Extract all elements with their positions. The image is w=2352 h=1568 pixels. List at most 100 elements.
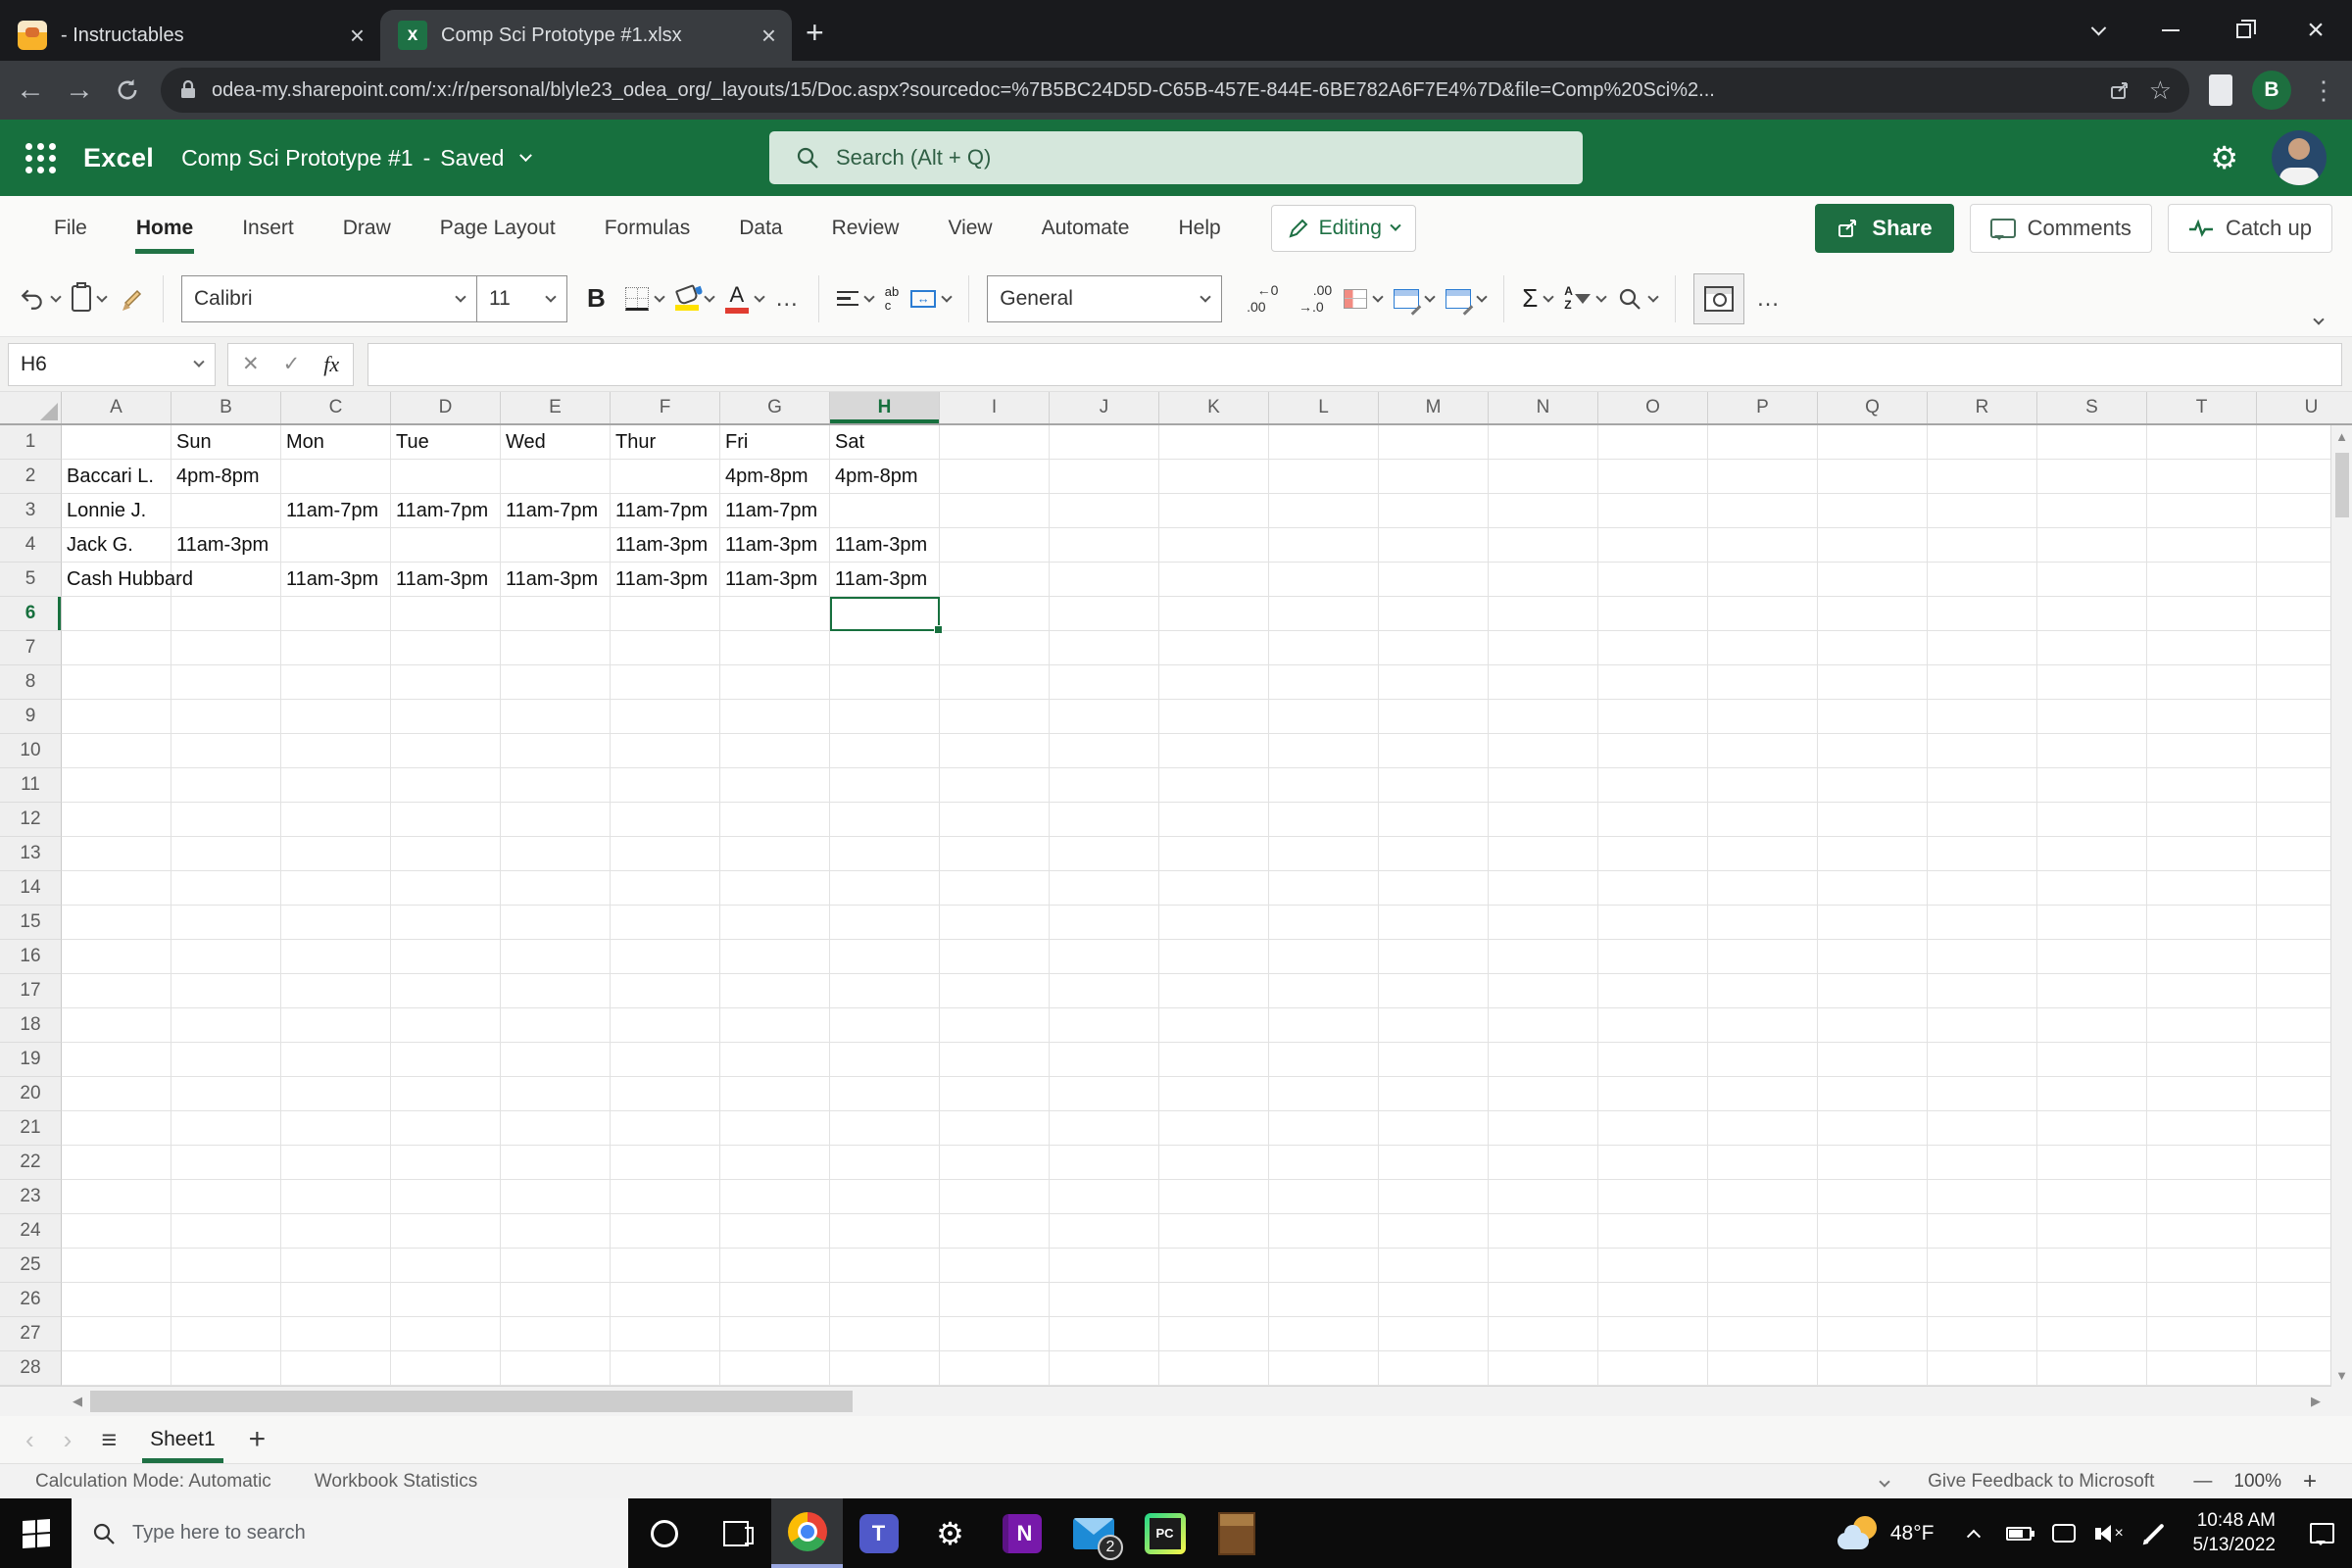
grid-cell[interactable] — [2037, 1283, 2147, 1317]
grid-cell[interactable] — [2037, 460, 2147, 494]
grid-cell[interactable] — [172, 1146, 281, 1180]
grid-cell[interactable] — [172, 1180, 281, 1214]
format-painter-button[interactable] — [118, 285, 145, 313]
grid-cell[interactable] — [1489, 563, 1598, 597]
cancel-icon[interactable]: ✕ — [242, 352, 260, 376]
grid-cell[interactable] — [1379, 665, 1489, 700]
grid-cell[interactable] — [1379, 1249, 1489, 1283]
grid-cell[interactable] — [391, 803, 501, 837]
grid-cell[interactable] — [1050, 1180, 1159, 1214]
grid-cell[interactable] — [62, 768, 172, 803]
grid-cell[interactable] — [1928, 563, 2037, 597]
grid-cell[interactable] — [1269, 1077, 1379, 1111]
grid-cell[interactable] — [1708, 563, 1818, 597]
grid-cell[interactable] — [1489, 1214, 1598, 1249]
grid-cell[interactable] — [2037, 700, 2147, 734]
grid-cell[interactable] — [501, 940, 611, 974]
grid-cell[interactable] — [391, 871, 501, 906]
bold-button[interactable]: B — [579, 283, 613, 314]
ribbon-tab-home[interactable]: Home — [112, 196, 218, 261]
grid-cell[interactable] — [830, 974, 940, 1008]
grid-cell[interactable] — [720, 803, 830, 837]
grid-cell[interactable] — [1928, 1111, 2037, 1146]
grid-cell[interactable] — [501, 1283, 611, 1317]
grid-cell[interactable] — [2147, 734, 2257, 768]
grid-cell[interactable] — [1159, 768, 1269, 803]
grid-cell[interactable] — [1598, 494, 1708, 528]
row-header-23[interactable]: 23 — [0, 1180, 62, 1214]
chevron-down-icon[interactable] — [519, 148, 533, 162]
grid-cell[interactable] — [1928, 871, 2037, 906]
row-header-9[interactable]: 9 — [0, 700, 62, 734]
grid-cell[interactable] — [720, 1008, 830, 1043]
grid-cell[interactable] — [720, 1351, 830, 1386]
grid-cell[interactable] — [391, 597, 501, 631]
grid-cell[interactable] — [1598, 768, 1708, 803]
row-header-24[interactable]: 24 — [0, 1214, 62, 1249]
grid-cell[interactable] — [1598, 1146, 1708, 1180]
grid-cell[interactable] — [1928, 734, 2037, 768]
grid-cell[interactable] — [1050, 1111, 1159, 1146]
grid-cell[interactable] — [62, 665, 172, 700]
grid-cell[interactable] — [281, 871, 391, 906]
grid-cell[interactable] — [830, 1043, 940, 1077]
close-tab-icon[interactable]: × — [350, 23, 365, 48]
grid-cell[interactable] — [1489, 1351, 1598, 1386]
grid-cell[interactable] — [62, 974, 172, 1008]
grid-cell[interactable] — [611, 1249, 720, 1283]
grid-cell[interactable] — [172, 906, 281, 940]
row-header-19[interactable]: 19 — [0, 1043, 62, 1077]
grid-cell[interactable] — [281, 1146, 391, 1180]
grid-cell[interactable] — [1269, 734, 1379, 768]
font-name-select[interactable]: Calibri — [182, 276, 476, 321]
column-header-E[interactable]: E — [501, 392, 611, 423]
grid-cell[interactable] — [830, 871, 940, 906]
grid-cell[interactable] — [1928, 940, 2037, 974]
grid-cell[interactable] — [611, 665, 720, 700]
grid-cell[interactable] — [172, 1317, 281, 1351]
grid-cell[interactable] — [1818, 803, 1928, 837]
action-center-button[interactable] — [2291, 1523, 2352, 1545]
grid-cell[interactable]: Cash Hubbard — [62, 563, 193, 597]
task-view-button[interactable] — [700, 1498, 771, 1568]
grid-cell[interactable] — [2037, 494, 2147, 528]
grid-cell[interactable] — [1159, 1111, 1269, 1146]
grid-cell[interactable] — [62, 1283, 172, 1317]
grid-cell[interactable] — [1489, 1283, 1598, 1317]
grid-cell[interactable] — [1050, 1351, 1159, 1386]
back-icon[interactable]: ← — [16, 75, 45, 105]
grid-cell[interactable] — [62, 803, 172, 837]
grid-cell[interactable] — [62, 1111, 172, 1146]
grid-cell[interactable] — [1489, 494, 1598, 528]
grid-cell[interactable] — [720, 1214, 830, 1249]
grid-cell[interactable] — [1598, 1214, 1708, 1249]
grid-cell[interactable] — [940, 1043, 1050, 1077]
ribbon-tab-draw[interactable]: Draw — [318, 196, 416, 261]
grid-cell[interactable]: 11am-7pm — [281, 494, 391, 528]
grid-cell[interactable] — [1708, 631, 1818, 665]
grid-cell[interactable] — [1050, 631, 1159, 665]
chevron-down-icon[interactable] — [193, 356, 205, 368]
grid-cell[interactable] — [940, 803, 1050, 837]
grid-cell[interactable] — [501, 768, 611, 803]
grid-cell[interactable] — [940, 597, 1050, 631]
grid-cell[interactable] — [391, 1249, 501, 1283]
row-header-14[interactable]: 14 — [0, 871, 62, 906]
teams-taskbar-button[interactable] — [843, 1498, 914, 1568]
row-header-5[interactable]: 5 — [0, 563, 62, 597]
grid-cell[interactable] — [2037, 906, 2147, 940]
grid-cell[interactable] — [1598, 1008, 1708, 1043]
grid-cell[interactable] — [940, 734, 1050, 768]
grid-cell[interactable] — [611, 1317, 720, 1351]
grid-cell[interactable] — [2037, 1180, 2147, 1214]
ribbon-tab-help[interactable]: Help — [1153, 196, 1245, 261]
grid-cell[interactable] — [281, 1283, 391, 1317]
grid-cell[interactable] — [281, 1249, 391, 1283]
grid-cell[interactable] — [720, 940, 830, 974]
grid-cell[interactable] — [611, 837, 720, 871]
grid-cell[interactable] — [172, 665, 281, 700]
grid-cell[interactable] — [1818, 1351, 1928, 1386]
grid-cell[interactable] — [2037, 1043, 2147, 1077]
grid-cell[interactable] — [391, 768, 501, 803]
grid-cell[interactable] — [2037, 563, 2147, 597]
